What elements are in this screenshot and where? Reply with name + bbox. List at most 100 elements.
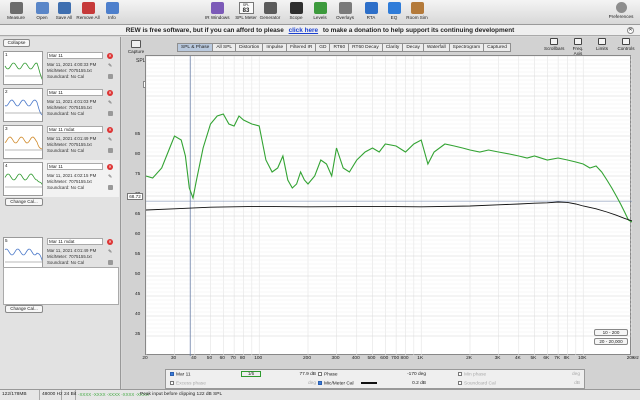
tab-spl-phase[interactable]: SPL & Phase [177, 43, 214, 52]
lock-icon[interactable] [108, 74, 113, 79]
tab-spectrogram[interactable]: Spectrogram [448, 43, 485, 52]
preferences-button[interactable]: Preferences [608, 2, 634, 19]
change-cal-button[interactable]: Change Cal... [5, 198, 43, 206]
checkbox[interactable] [458, 372, 462, 376]
measurement-name-field[interactable]: Mar 11 mdat [47, 238, 103, 245]
memory-usage: 122/178MB [0, 390, 40, 400]
save-all-button[interactable]: Save All [52, 2, 76, 24]
legend-mic-cal[interactable]: Mic/Meter Cal [318, 381, 377, 386]
legend-mar11[interactable]: Mar 11 [170, 372, 191, 377]
room-sim-icon [410, 2, 424, 14]
camera-icon [131, 40, 141, 48]
close-icon[interactable]: ✕ [627, 27, 634, 34]
generator-button[interactable]: Generator [258, 2, 282, 24]
controls-button[interactable]: Controls [616, 38, 636, 51]
measurement-number: 4 [5, 163, 8, 168]
x-tick-label: 20 [142, 356, 148, 361]
ir-windows-button[interactable]: IR Windows [205, 2, 230, 24]
remove-all-button[interactable]: Remove All [76, 2, 100, 24]
open-button[interactable]: Open [30, 2, 54, 24]
measurement-item[interactable]: 4 Mar 11 Mar 11, 2021 4:02:15 PM Mic/Meter:… [3, 160, 119, 197]
mic-cal-trace[interactable] [145, 201, 633, 222]
lock-icon[interactable] [108, 260, 113, 265]
measurement-notes-box[interactable] [3, 267, 119, 305]
remove-measurement-icon[interactable]: ✕ [107, 127, 113, 133]
checkbox[interactable] [170, 372, 174, 376]
y-tick-label: 60 [135, 232, 141, 237]
measure-button[interactable]: Measure [4, 2, 28, 24]
tab-decay[interactable]: Decay [402, 43, 424, 52]
freq-axis-button[interactable]: Freq. Axis [568, 38, 588, 56]
measurement-item[interactable]: 1 Mar 11 Mar 11, 2021 4:00:33 PM Mic/Meter:… [3, 49, 119, 86]
remove-measurement-icon[interactable]: ✕ [107, 90, 113, 96]
freq-axis-icon [574, 38, 582, 45]
generator-icon [263, 2, 277, 14]
donation-link[interactable]: click here [289, 27, 319, 34]
cursor-level-readout: 68.72 [127, 193, 143, 200]
lock-icon[interactable] [108, 111, 113, 116]
measurement-thumbnail: 5 [3, 237, 43, 271]
zoom-10-200-button[interactable]: 10 - 200 [594, 329, 628, 336]
tab-rt60-decay[interactable]: RT60 Decay [348, 43, 383, 52]
legend-min-phase[interactable]: Min phase [458, 372, 486, 377]
tab-filtered-ir[interactable]: Filtered IR [286, 43, 317, 52]
spl-meter-icon: SPL 83 [238, 2, 254, 14]
remove-measurement-icon[interactable]: ✕ [107, 239, 113, 245]
toolbar-button-label: EQ [390, 15, 398, 20]
capture-button[interactable]: Capture [126, 40, 146, 54]
folder-open-icon [35, 2, 49, 14]
y-tick-label: 40 [135, 312, 141, 317]
rta-button[interactable]: RTA [359, 2, 383, 24]
tab-rt60[interactable]: RT60 [329, 43, 350, 52]
measurement-item[interactable]: 2 Mar 11 Mar 11, 2021 4:01:03 PM Mic/Meter:… [3, 86, 119, 123]
checkbox[interactable] [458, 381, 462, 385]
scope-button[interactable]: Scope [284, 2, 308, 24]
tab-all-spl[interactable]: All SPL [212, 43, 237, 52]
remove-measurement-icon[interactable]: ✕ [107, 164, 113, 170]
measurement-name-field[interactable]: Mar 11 [47, 52, 103, 59]
frequency-response-graph[interactable] [145, 55, 633, 356]
checkbox[interactable] [318, 381, 322, 385]
levels-button[interactable]: Levels [308, 2, 332, 24]
toolbar-button-label: Levels [313, 15, 327, 20]
edit-icon[interactable]: ✎ [108, 63, 112, 69]
limits-button[interactable]: Limits [592, 38, 612, 51]
y-tick-label: 45 [135, 292, 141, 297]
scrollbars-button[interactable]: Scrollbars [544, 38, 564, 51]
smoothing-toggle[interactable]: 1/6 [241, 371, 261, 377]
info-button[interactable]: Info [100, 2, 124, 24]
measurement-name-field[interactable]: Mar 11 [47, 89, 103, 96]
eq-button[interactable]: EQ [382, 2, 406, 24]
tab-waterfall[interactable]: Waterfall [422, 43, 450, 52]
x-tick-label: 40 [191, 356, 197, 361]
legend-excess-phase[interactable]: Excess phase [170, 381, 206, 386]
checkbox[interactable] [318, 372, 322, 376]
edit-icon[interactable]: ✎ [108, 174, 112, 180]
room-sim-button[interactable]: Room Sim [405, 2, 429, 24]
tab-distortion[interactable]: Distortion [235, 43, 264, 52]
lock-icon[interactable] [108, 148, 113, 153]
tab-clarity[interactable]: Clarity [381, 43, 404, 52]
remove-measurement-icon[interactable]: ✕ [107, 53, 113, 59]
edit-icon[interactable]: ✎ [108, 249, 112, 255]
checkbox[interactable] [170, 381, 174, 385]
legend-phase[interactable]: Phase [318, 372, 338, 377]
lock-icon[interactable] [108, 185, 113, 190]
collapse-button[interactable]: Collapse [3, 39, 30, 47]
measurement-name-field[interactable]: Mar 11 mdat [47, 126, 103, 133]
tab-impulse[interactable]: Impulse [262, 43, 288, 52]
legend-label: Min phase [464, 372, 487, 378]
legend-label: Soundcard Cal [464, 381, 496, 387]
x-tick-label: 10K [577, 356, 587, 361]
edit-icon[interactable]: ✎ [108, 100, 112, 106]
spl-meter-button[interactable]: SPL 83 SPL Meter [234, 2, 258, 24]
change-cal-button[interactable]: Change Cal... [5, 305, 43, 313]
overlays-button[interactable]: Overlays [333, 2, 357, 24]
edit-icon[interactable]: ✎ [108, 137, 112, 143]
tab-gd[interactable]: GD [315, 43, 331, 52]
measurement-name-field[interactable]: Mar 11 [47, 163, 103, 170]
legend-soundcard-cal[interactable]: Soundcard Cal [458, 381, 496, 386]
zoom-20-20000-button[interactable]: 20 - 20,000 [594, 338, 628, 345]
tab-captured[interactable]: Captured [483, 43, 511, 52]
measurement-item[interactable]: 3 Mar 11 mdat Mar 11, 2021 4:01:49 PM Mic/M… [3, 123, 119, 160]
